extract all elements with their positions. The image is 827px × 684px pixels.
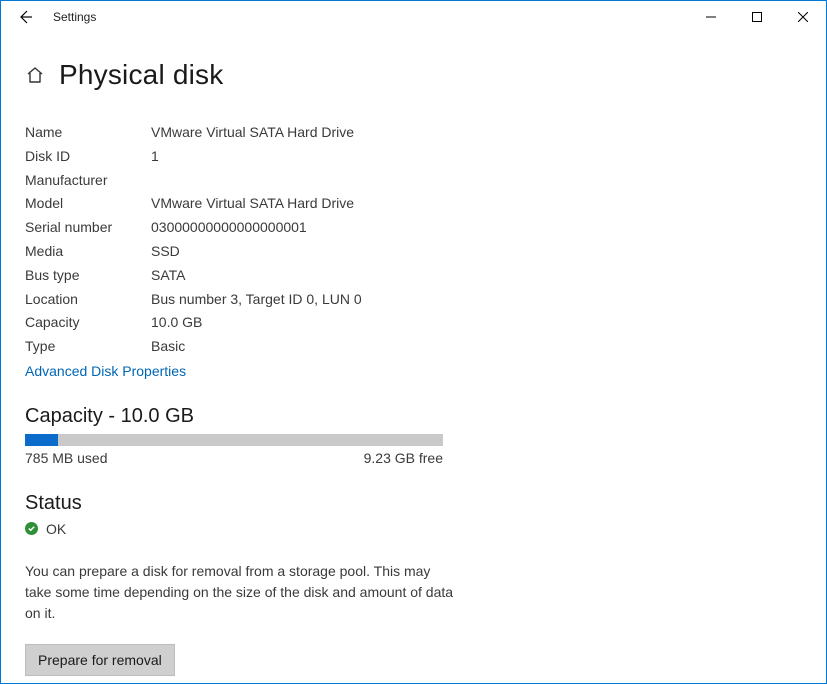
capacity-free: 9.23 GB free (364, 450, 443, 466)
minimize-button[interactable] (688, 1, 734, 33)
capacity-bar-fill (25, 434, 58, 446)
status-line: OK (25, 521, 802, 537)
row-capacity: Capacity10.0 GB (25, 311, 802, 335)
label-type: Type (25, 335, 151, 359)
label-model: Model (25, 192, 151, 216)
value-bustype: SATA (151, 264, 186, 288)
disk-details: NameVMware Virtual SATA Hard Drive Disk … (25, 121, 802, 359)
label-location: Location (25, 288, 151, 312)
home-icon[interactable] (25, 65, 45, 85)
arrow-left-icon (17, 9, 33, 25)
row-bustype: Bus typeSATA (25, 264, 802, 288)
label-diskid: Disk ID (25, 145, 151, 169)
maximize-button[interactable] (734, 1, 780, 33)
row-manufacturer: Manufacturer (25, 169, 802, 193)
prepare-for-removal-button[interactable]: Prepare for removal (25, 644, 175, 676)
label-media: Media (25, 240, 151, 264)
value-serial: 03000000000000000001 (151, 216, 307, 240)
ok-icon (25, 522, 38, 535)
titlebar: Settings (1, 1, 826, 33)
window-title: Settings (53, 10, 96, 24)
titlebar-left: Settings (5, 1, 96, 33)
label-capacity: Capacity (25, 311, 151, 335)
status-heading: Status (25, 492, 802, 515)
close-icon (798, 12, 808, 22)
row-model: ModelVMware Virtual SATA Hard Drive (25, 192, 802, 216)
value-model: VMware Virtual SATA Hard Drive (151, 192, 354, 216)
value-name: VMware Virtual SATA Hard Drive (151, 121, 354, 145)
value-media: SSD (151, 240, 180, 264)
capacity-heading: Capacity - 10.0 GB (25, 405, 802, 428)
window-controls (688, 1, 826, 33)
value-diskid: 1 (151, 145, 159, 169)
capacity-labels: 785 MB used 9.23 GB free (25, 450, 443, 466)
page-header: Physical disk (25, 59, 802, 91)
back-button[interactable] (5, 1, 45, 33)
capacity-used: 785 MB used (25, 450, 108, 466)
label-serial: Serial number (25, 216, 151, 240)
page-title: Physical disk (59, 59, 223, 91)
row-diskid: Disk ID1 (25, 145, 802, 169)
capacity-bar (25, 434, 443, 446)
advanced-disk-properties-link[interactable]: Advanced Disk Properties (25, 363, 802, 379)
label-bustype: Bus type (25, 264, 151, 288)
status-text: OK (46, 521, 66, 537)
prepare-description: You can prepare a disk for removal from … (25, 561, 455, 624)
row-name: NameVMware Virtual SATA Hard Drive (25, 121, 802, 145)
maximize-icon (752, 12, 762, 22)
close-button[interactable] (780, 1, 826, 33)
row-serial: Serial number03000000000000000001 (25, 216, 802, 240)
settings-window: Settings Physical disk (0, 0, 827, 684)
value-type: Basic (151, 335, 185, 359)
value-location: Bus number 3, Target ID 0, LUN 0 (151, 288, 362, 312)
label-name: Name (25, 121, 151, 145)
minimize-icon (706, 12, 716, 22)
label-manufacturer: Manufacturer (25, 169, 151, 193)
row-media: MediaSSD (25, 240, 802, 264)
page-content: Physical disk NameVMware Virtual SATA Ha… (1, 33, 826, 683)
value-capacity: 10.0 GB (151, 311, 202, 335)
row-location: LocationBus number 3, Target ID 0, LUN 0 (25, 288, 802, 312)
row-type: TypeBasic (25, 335, 802, 359)
